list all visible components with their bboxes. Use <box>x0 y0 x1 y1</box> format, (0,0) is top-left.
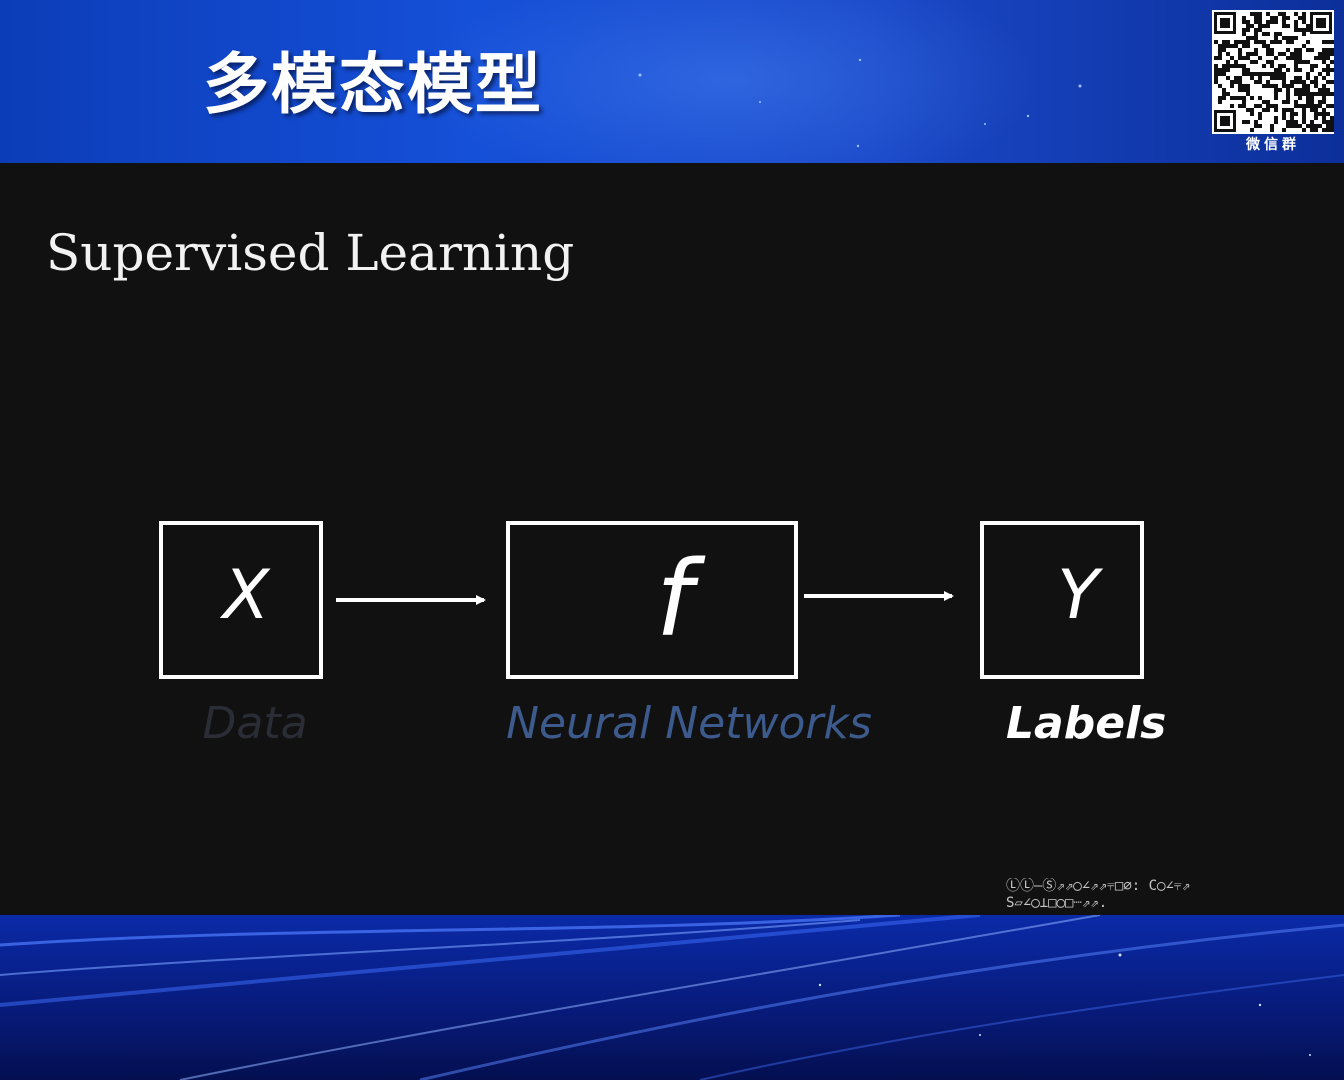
corner-garbled-text: ⓁⓁ—Ⓢ⇗⇗◯∠⇗⇗⫧□∅: C◯∠⫧⇗ S▱∠◯⊥□◯□┈⇗⇗. <box>1006 878 1342 912</box>
supervised-learning-diagram: X f Y Data Neural Networks Labels <box>159 521 1166 749</box>
page-title: 多模态模型 <box>203 46 543 123</box>
model-symbol: f <box>656 538 706 660</box>
footer-light-streaks <box>0 915 1344 1080</box>
corner-text-line: S▱∠◯⊥□◯□┈⇗⇗. <box>1006 895 1108 911</box>
banner-sparkles <box>638 58 1082 148</box>
qr-code <box>1212 10 1334 134</box>
corner-text-line: ⓁⓁ—Ⓢ⇗⇗◯∠⇗⇗⫧□∅: C◯∠⫧⇗ <box>1006 878 1191 894</box>
qr-caption: 微信群 <box>1246 137 1300 153</box>
neural-networks-label: Neural Networks <box>506 698 872 749</box>
header-banner: 多模态模型 微信群 <box>0 0 1344 163</box>
slide-body: Supervised Learning X f Y Data Neural Ne… <box>0 163 1344 915</box>
output-symbol: Y <box>1057 556 1103 635</box>
footer-banner <box>0 915 1344 1080</box>
input-symbol: X <box>220 556 271 635</box>
labels-label: Labels <box>1006 698 1166 749</box>
qr-pattern <box>1214 12 1334 132</box>
data-label: Data <box>202 698 307 749</box>
qr-panel: 微信群 <box>1206 6 1340 156</box>
model-box <box>506 521 798 679</box>
